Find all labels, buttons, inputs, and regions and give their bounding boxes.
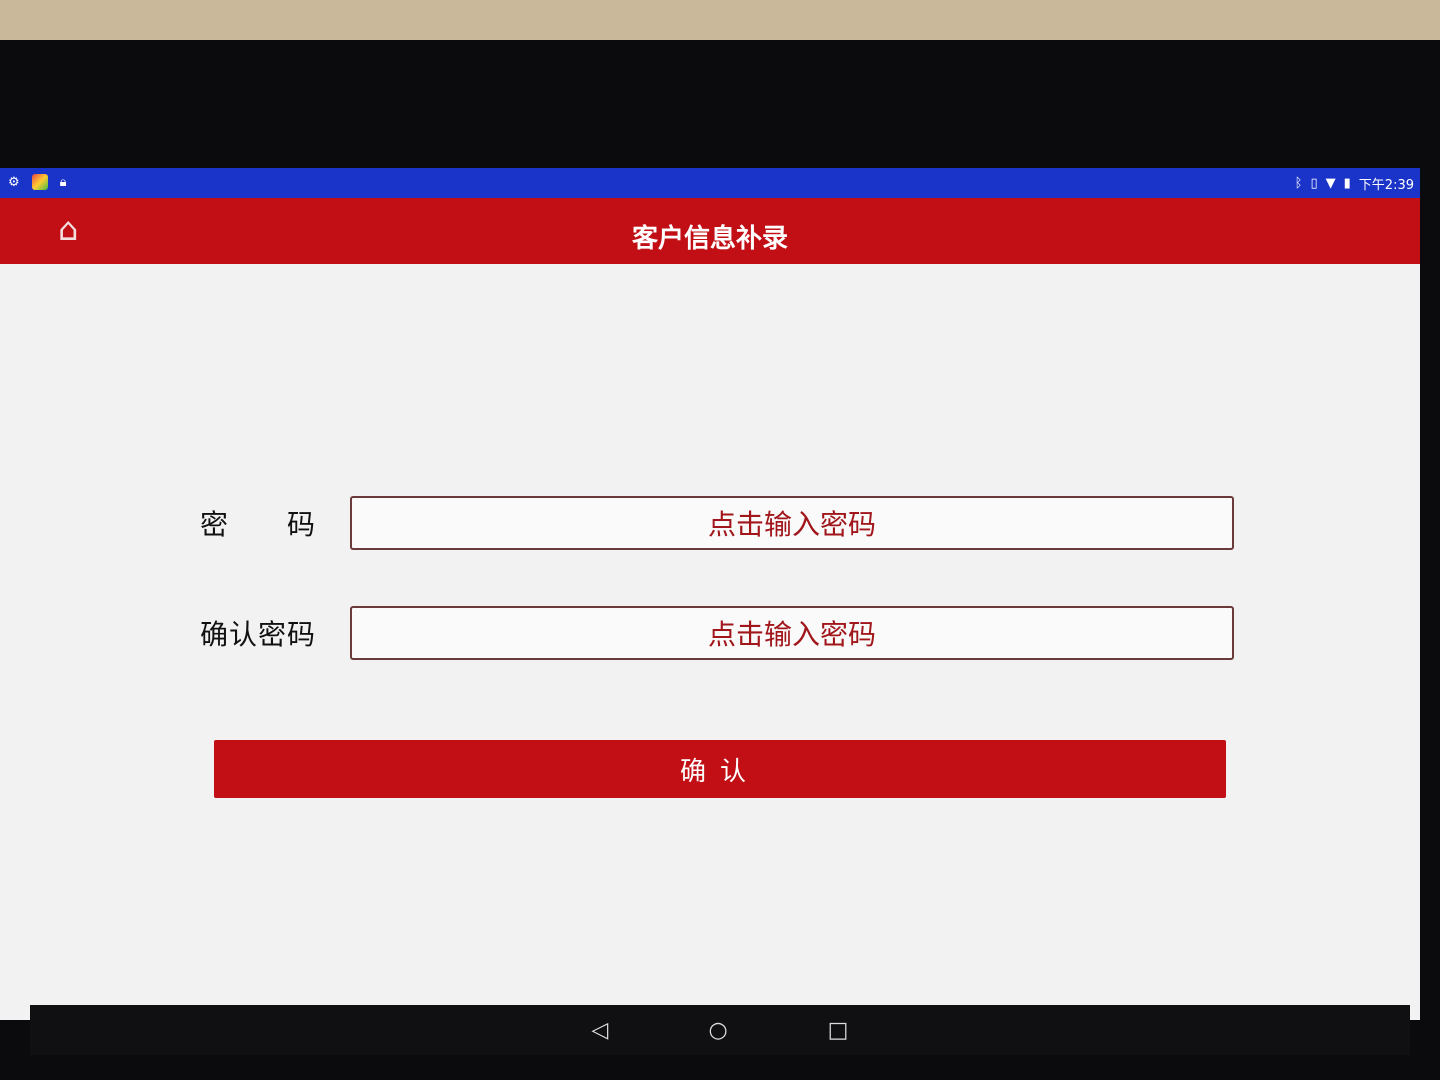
app-icon: [31, 174, 48, 190]
wifi-icon: ▼: [1325, 176, 1336, 191]
bluetooth-icon: ᛒ: [1294, 176, 1303, 191]
confirm-password-row: 确认密码 点击输入密码: [200, 606, 1234, 660]
battery-icon: ▮: [1343, 176, 1351, 191]
password-input[interactable]: 点击输入密码: [350, 496, 1234, 550]
navigation-bar: ◁ ○ □: [30, 1005, 1410, 1055]
recents-icon[interactable]: □: [828, 1018, 849, 1043]
password-row: 密 码 点击输入密码: [200, 496, 1234, 550]
back-icon[interactable]: ◁: [592, 1018, 609, 1043]
lock-icon: 🔒︎: [59, 174, 67, 190]
status-time: 下午2:39: [1358, 178, 1414, 193]
page-title: 客户信息补录: [631, 224, 788, 254]
confirm-button[interactable]: 确认: [214, 740, 1226, 798]
home-nav-icon[interactable]: ○: [708, 1018, 727, 1043]
vibrate-icon: ▯: [1310, 176, 1318, 191]
confirm-password-label: 确认密码: [200, 618, 317, 651]
confirm-password-input[interactable]: 点击输入密码: [350, 606, 1234, 660]
app-header: ⌂ 客户信息补录: [0, 198, 1420, 264]
screen: ⚙ 🔒︎ ᛒ ▯ ▼ ▮ 下午2:39 ⌂ 客户信息补录 密 码 点击输入密码 …: [0, 168, 1420, 1020]
notification-icon: ⚙: [8, 174, 20, 190]
status-bar: ⚙ 🔒︎ ᛒ ▯ ▼ ▮ 下午2:39: [0, 168, 1420, 198]
password-label: 密 码: [200, 508, 317, 541]
